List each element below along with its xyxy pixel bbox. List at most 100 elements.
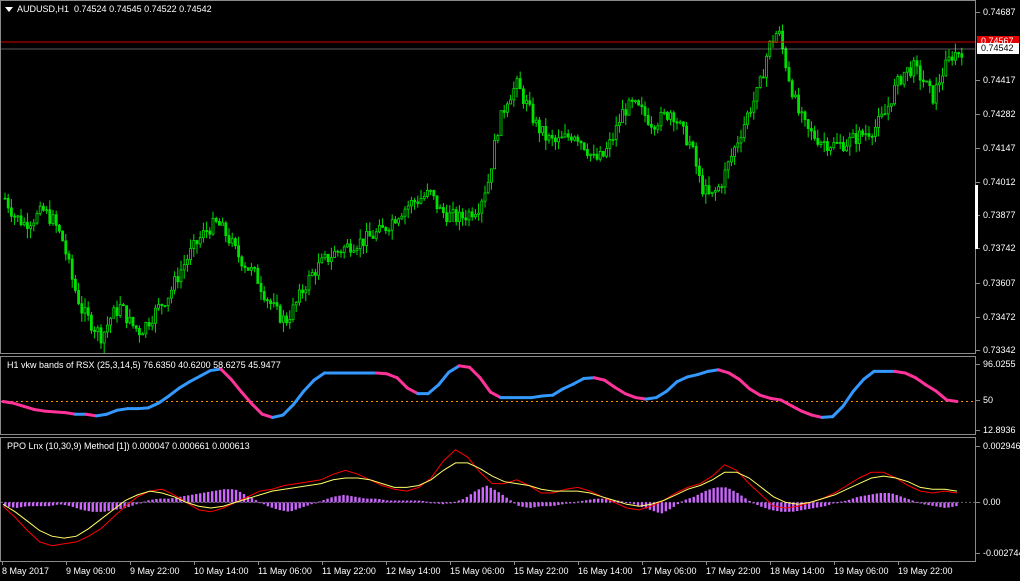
candle-body	[115, 307, 119, 317]
candle-body	[262, 291, 266, 301]
candle-body	[790, 80, 794, 98]
candle-body	[739, 137, 743, 144]
candle-body	[67, 253, 71, 260]
candle-body	[787, 67, 791, 82]
ppo-histogram-bar	[326, 498, 329, 503]
ppo-histogram-bar	[234, 489, 238, 503]
rsx-segment-down	[914, 376, 928, 387]
ppo-histogram-bar	[67, 502, 71, 506]
candle-body	[666, 111, 669, 120]
candle-body	[710, 191, 714, 194]
time-axis-label: 9 May 22:00	[130, 566, 180, 576]
ppo-histogram-bar	[887, 492, 890, 503]
rsx-indicator-title: H1 vkw bands of RSX (25,3,14,5) 76.6350 …	[7, 360, 281, 370]
price-axis-label: 0.73472	[983, 312, 1016, 322]
rsx-axis[interactable]: 96.0255 50 12.8936	[976, 356, 1020, 435]
rsx-segment-down	[924, 383, 938, 393]
ppo-histogram-bar	[262, 502, 266, 505]
time-axis[interactable]: 8 May 2017 9 May 06:00 9 May 22:00 10 May 1…	[0, 562, 976, 581]
candle-body	[682, 121, 685, 127]
rsx-segment-up	[157, 394, 171, 405]
ppo-histogram-bar	[465, 496, 469, 503]
candle-body	[29, 225, 33, 229]
candle-body	[16, 215, 20, 218]
candle-body	[393, 219, 397, 224]
candle-body	[333, 250, 337, 258]
candle-body	[137, 327, 141, 336]
chart-shift-marker[interactable]	[975, 185, 978, 249]
candle-body	[835, 142, 839, 144]
ppo-histogram-bar	[732, 490, 735, 503]
candle-body	[109, 317, 112, 326]
candle-body	[698, 165, 701, 177]
ppo-histogram-bar	[206, 491, 210, 503]
chart-menu-triangle-icon[interactable]	[5, 7, 13, 13]
candle-body	[90, 314, 93, 331]
ppo-indicator-pane[interactable]: PPO Lnx (10,30,9) Method [1]) 0.000047 0…	[0, 437, 976, 562]
candle-body	[259, 283, 263, 292]
ppo-histogram-bar	[437, 502, 441, 504]
candle-body	[928, 80, 932, 87]
candle-body	[176, 276, 180, 283]
ppo-histogram-bar	[417, 500, 421, 503]
ppo-histogram-bar	[947, 502, 950, 508]
candle-body	[64, 240, 68, 255]
candle-body	[595, 153, 599, 160]
ppo-histogram-bar	[851, 498, 855, 503]
ppo-histogram-bar	[338, 495, 341, 503]
candle-body	[765, 55, 768, 78]
candle-body	[723, 169, 727, 188]
rsx-segment-up	[302, 378, 316, 393]
time-axis-tick	[66, 562, 67, 565]
ppo-histogram-bar	[47, 502, 51, 507]
ppo-histogram-bar	[445, 502, 449, 504]
candle-body	[470, 211, 474, 218]
rsx-segment-up	[571, 377, 586, 386]
ppo-histogram-bar	[461, 499, 465, 503]
ppo-histogram-bar	[87, 502, 90, 512]
ppo-histogram-bar	[855, 497, 859, 503]
ppo-histogram-bar	[59, 502, 63, 505]
ppo-histogram-bar	[561, 502, 564, 505]
ppo-histogram-bar	[692, 496, 695, 503]
ppo-histogram-bar	[342, 494, 345, 503]
candle-body	[810, 128, 813, 132]
candle-body	[781, 30, 784, 50]
candle-body	[934, 84, 938, 104]
ppo-histogram-bar	[366, 498, 369, 503]
ppo-histogram-bar	[270, 502, 274, 508]
ppo-histogram-bar	[151, 499, 154, 503]
rsx-segment-down	[934, 389, 949, 402]
ppo-chart	[1, 449, 975, 547]
price-axis-label: 0.74417	[983, 75, 1016, 85]
time-axis-tick	[386, 562, 387, 565]
ppo-histogram-bar	[457, 500, 461, 503]
candle-body	[448, 212, 452, 222]
time-axis-label: 11 May 22:00	[322, 566, 376, 576]
candle-body	[630, 99, 634, 102]
ppo-histogram-bar	[867, 494, 871, 503]
rsx-segment-down	[63, 411, 78, 416]
rsx-segment-down	[219, 367, 233, 381]
candle-body	[624, 109, 628, 116]
rsx-segment-down	[789, 404, 803, 413]
candle-body	[531, 103, 535, 124]
ppo-histogram-bar	[310, 502, 313, 505]
candle-body	[438, 207, 442, 210]
ppo-histogram-bar	[441, 502, 445, 505]
rsx-indicator-pane[interactable]: H1 vkw bands of RSX (25,3,14,5) 76.6350 …	[0, 356, 976, 435]
price-chart-pane[interactable]: AUDUSD,H1 0.74524 0.74545 0.74522 0.7454…	[0, 0, 976, 354]
price-axis-tick	[976, 317, 980, 318]
rsx-segment-down	[1, 400, 15, 405]
ppo-histogram-bar	[55, 502, 59, 505]
candle-body	[208, 230, 212, 235]
ppo-histogram-bar	[680, 501, 683, 503]
ppo-histogram-bar	[923, 502, 926, 505]
ppo-histogram-bar	[318, 501, 321, 503]
candle-body	[589, 153, 592, 156]
ppo-histogram-bar	[569, 502, 572, 504]
ppo-histogram-bar	[660, 502, 664, 514]
ppo-histogram-bar	[903, 497, 906, 503]
rsx-segment-up	[426, 383, 441, 396]
ppo-axis[interactable]: 0.002946 0.00 -0.002744	[976, 437, 1020, 562]
